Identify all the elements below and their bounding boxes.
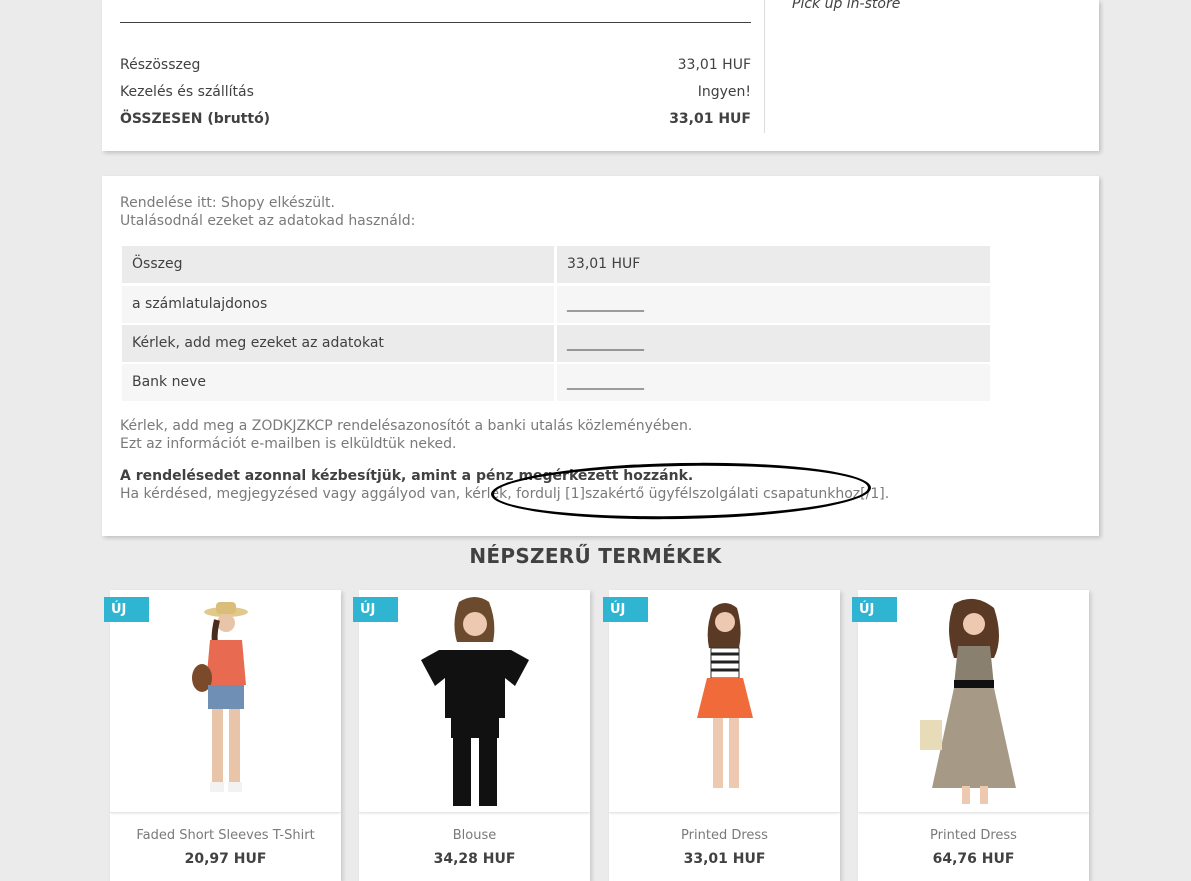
column-divider (764, 0, 765, 133)
product-name[interactable]: Faded Short Sleeves T-Shirt (110, 828, 341, 843)
product-card[interactable]: ÚJ Printed Dress 64,76 HUF (852, 590, 1089, 881)
payment-instructions-card: Rendelése itt: Shopy elkészült. Utalásod… (102, 176, 1099, 536)
shipping-method: Pick up in-store (792, 0, 901, 12)
shipping-notice-text: A rendelésedet azonnal kézbesítjük, amin… (120, 468, 694, 484)
product-image[interactable] (858, 590, 1089, 813)
product-photo-icon (920, 598, 1016, 804)
product-card[interactable]: ÚJ Blouse 34,28 HUF (353, 590, 590, 881)
popular-products-title: NÉPSZERŰ TERMÉKEK (469, 544, 722, 568)
table-cell-label: Bank neve (122, 364, 554, 401)
product-price: 64,76 HUF (932, 851, 1015, 867)
table-cell-value: ___________ (557, 286, 990, 323)
subtotal-value: 33,01 HUF (677, 57, 751, 73)
table-row: Bank neve ___________ (120, 364, 992, 401)
table-row: Kérlek, add meg ezeket az adatokat _____… (120, 325, 992, 362)
new-badge: ÚJ (603, 597, 648, 622)
divider (120, 22, 751, 23)
product-name[interactable]: Printed Dress (609, 828, 840, 843)
table-cell-value: ___________ (557, 325, 990, 362)
order-totals-card: Részösszeg 33,01 HUF Kezelés és szállítá… (102, 0, 1099, 151)
order-ready-text: Rendelése itt: Shopy elkészült. (120, 195, 335, 211)
table-cell-value: 33,01 HUF (557, 246, 990, 283)
product-photo-icon (697, 603, 753, 788)
subtotal-label: Részösszeg (120, 57, 201, 73)
product-photo-icon (192, 602, 248, 792)
shipping-row: Kezelés és szállítás Ingyen! (120, 82, 751, 102)
subtotal-row: Részösszeg 33,01 HUF (120, 55, 751, 75)
product-image[interactable] (110, 590, 341, 813)
table-cell-label: Kérlek, add meg ezeket az adatokat (122, 325, 554, 362)
table-cell-label: a számlatulajdonos (122, 286, 554, 323)
table-cell-label: Összeg (122, 246, 554, 283)
total-label: ÖSSZESEN (bruttó) (120, 111, 271, 127)
product-image[interactable] (609, 590, 840, 813)
use-details-text: Utalásodnál ezeket az adatokad használd: (120, 213, 416, 229)
product-card[interactable]: ÚJ Faded Short Sleeves T-Shirt 20,97 HUF (104, 590, 341, 881)
product-card[interactable]: ÚJ Printed Dress 33,01 HUF (603, 590, 840, 881)
new-badge: ÚJ (353, 597, 398, 622)
table-row: Összeg 33,01 HUF (120, 246, 992, 283)
table-cell-value: ___________ (557, 364, 990, 401)
reference-text: Kérlek, add meg a ZODKJZKCP rendelésazon… (120, 418, 693, 434)
product-price: 34,28 HUF (433, 851, 516, 867)
product-price: 20,97 HUF (184, 851, 267, 867)
product-photo-icon (421, 597, 529, 806)
product-name[interactable]: Printed Dress (858, 828, 1089, 843)
shipping-value: Ingyen! (697, 84, 751, 100)
total-row: ÖSSZESEN (bruttó) 33,01 HUF (120, 109, 751, 129)
shipping-label: Kezelés és szállítás (120, 84, 254, 100)
new-badge: ÚJ (852, 597, 897, 622)
product-image[interactable] (359, 590, 590, 813)
support-text[interactable]: Ha kérdésed, megjegyzésed vagy aggályod … (120, 485, 889, 503)
table-row: a számlatulajdonos ___________ (120, 286, 992, 323)
total-value: 33,01 HUF (669, 111, 751, 127)
new-badge: ÚJ (104, 597, 149, 622)
product-price: 33,01 HUF (683, 851, 766, 867)
product-name[interactable]: Blouse (359, 828, 590, 843)
email-sent-text: Ezt az információt e-mailben is elküldtü… (120, 436, 457, 452)
